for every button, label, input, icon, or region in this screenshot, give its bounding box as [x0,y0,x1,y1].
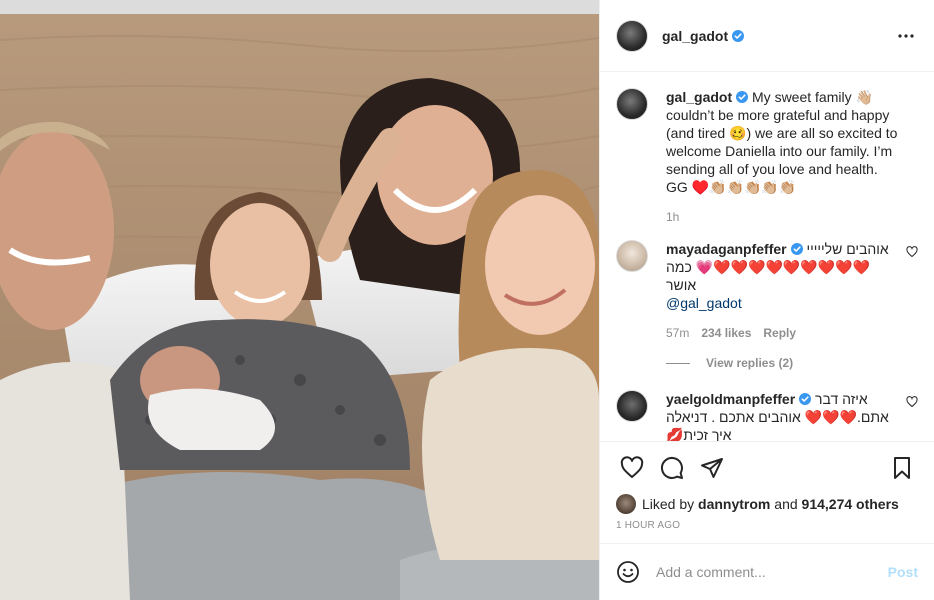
view-replies-button[interactable]: View replies (2) [666,356,918,370]
comment-likes[interactable]: 234 likes [701,324,751,342]
caption-text-block: gal_gadot My sweet family 👋🏼 couldn’t be… [666,88,900,196]
family-photo-illustration [0,0,599,600]
comment: mayadaganpfeffer אוהבים שלייייי ❤️❤️❤️❤️… [616,240,918,342]
comment-body: yaelgoldmanpfeffer איזה דבר אתם.❤️❤️❤️ א… [666,390,918,441]
comment-meta: 57m 234 likes Reply [666,324,900,342]
save-button[interactable] [882,448,922,488]
post-header: gal_gadot [600,0,934,72]
share-button[interactable] [692,448,732,488]
heart-icon [620,456,644,478]
replies-divider [666,362,690,364]
comment-text-block: yaelgoldmanpfeffer איזה דבר אתם.❤️❤️❤️ א… [666,390,900,441]
caption-username[interactable]: gal_gadot [666,89,732,105]
like-comment-heart-icon[interactable] [906,246,918,258]
more-horizontal-icon [898,33,914,38]
view-replies-label: View replies (2) [706,356,794,370]
caption-meta: 1h [666,208,900,226]
comment-time[interactable]: 57m [666,324,689,342]
author-name-wrap: gal_gadot [662,28,894,44]
comment-mention-link[interactable]: @gal_gadot [666,295,742,311]
like-comment-heart-icon[interactable] [906,396,918,408]
comment-username[interactable]: mayadaganpfeffer [666,241,787,257]
verified-badge-icon [736,91,749,103]
more-options-button[interactable] [894,24,918,48]
post-actions [600,442,934,494]
comment-body: mayadaganpfeffer אוהבים שלייייי ❤️❤️❤️❤️… [666,240,918,342]
liker-username[interactable]: dannytrom [698,496,770,512]
liker-avatar[interactable] [616,494,636,514]
caption: gal_gadot My sweet family 👋🏼 couldn’t be… [616,88,918,226]
post-comment-button[interactable]: Post [888,564,918,580]
comment-bubble-icon [660,456,683,479]
comment-button[interactable] [652,448,692,488]
verified-badge-icon [732,29,745,42]
caption-avatar[interactable] [616,88,648,120]
post-photo[interactable] [0,0,599,600]
caption-time[interactable]: 1h [666,208,679,226]
likes-count[interactable]: 914,274 others [802,496,899,512]
comment: yaelgoldmanpfeffer איזה דבר אתם.❤️❤️❤️ א… [616,390,918,441]
bookmark-icon [894,457,910,479]
caption-body: gal_gadot My sweet family 👋🏼 couldn’t be… [666,88,918,226]
liked-by-and: and [774,496,798,512]
emoji-smiley-icon[interactable] [616,560,640,584]
verified-badge-icon [790,243,803,255]
liked-by-prefix: Liked by [642,496,695,512]
author-avatar[interactable] [616,19,648,52]
author-username[interactable]: gal_gadot [662,28,728,44]
add-comment-bar: Post [600,544,934,600]
comment-text-block: mayadaganpfeffer אוהבים שלייייי ❤️❤️❤️❤️… [666,240,900,312]
like-button[interactable] [612,448,652,488]
commenter-avatar[interactable] [616,390,648,422]
reply-button[interactable]: Reply [763,324,796,342]
post-sidebar: gal_gadot gal_gadot My sweet family 👋🏼 c… [599,0,934,600]
comment-input[interactable] [656,564,888,580]
post-viewer: gal_gadot gal_gadot My sweet family 👋🏼 c… [0,0,934,600]
comment-username[interactable]: yaelgoldmanpfeffer [666,391,795,407]
liked-by-line: Liked by dannytrom and 914,274 others [600,494,934,514]
paper-plane-icon [701,458,723,478]
comments-list[interactable]: gal_gadot My sweet family 👋🏼 couldn’t be… [600,72,934,442]
post-timestamp[interactable]: 1 HOUR AGO [600,514,934,544]
verified-badge-icon [799,393,812,405]
commenter-avatar[interactable] [616,240,648,272]
